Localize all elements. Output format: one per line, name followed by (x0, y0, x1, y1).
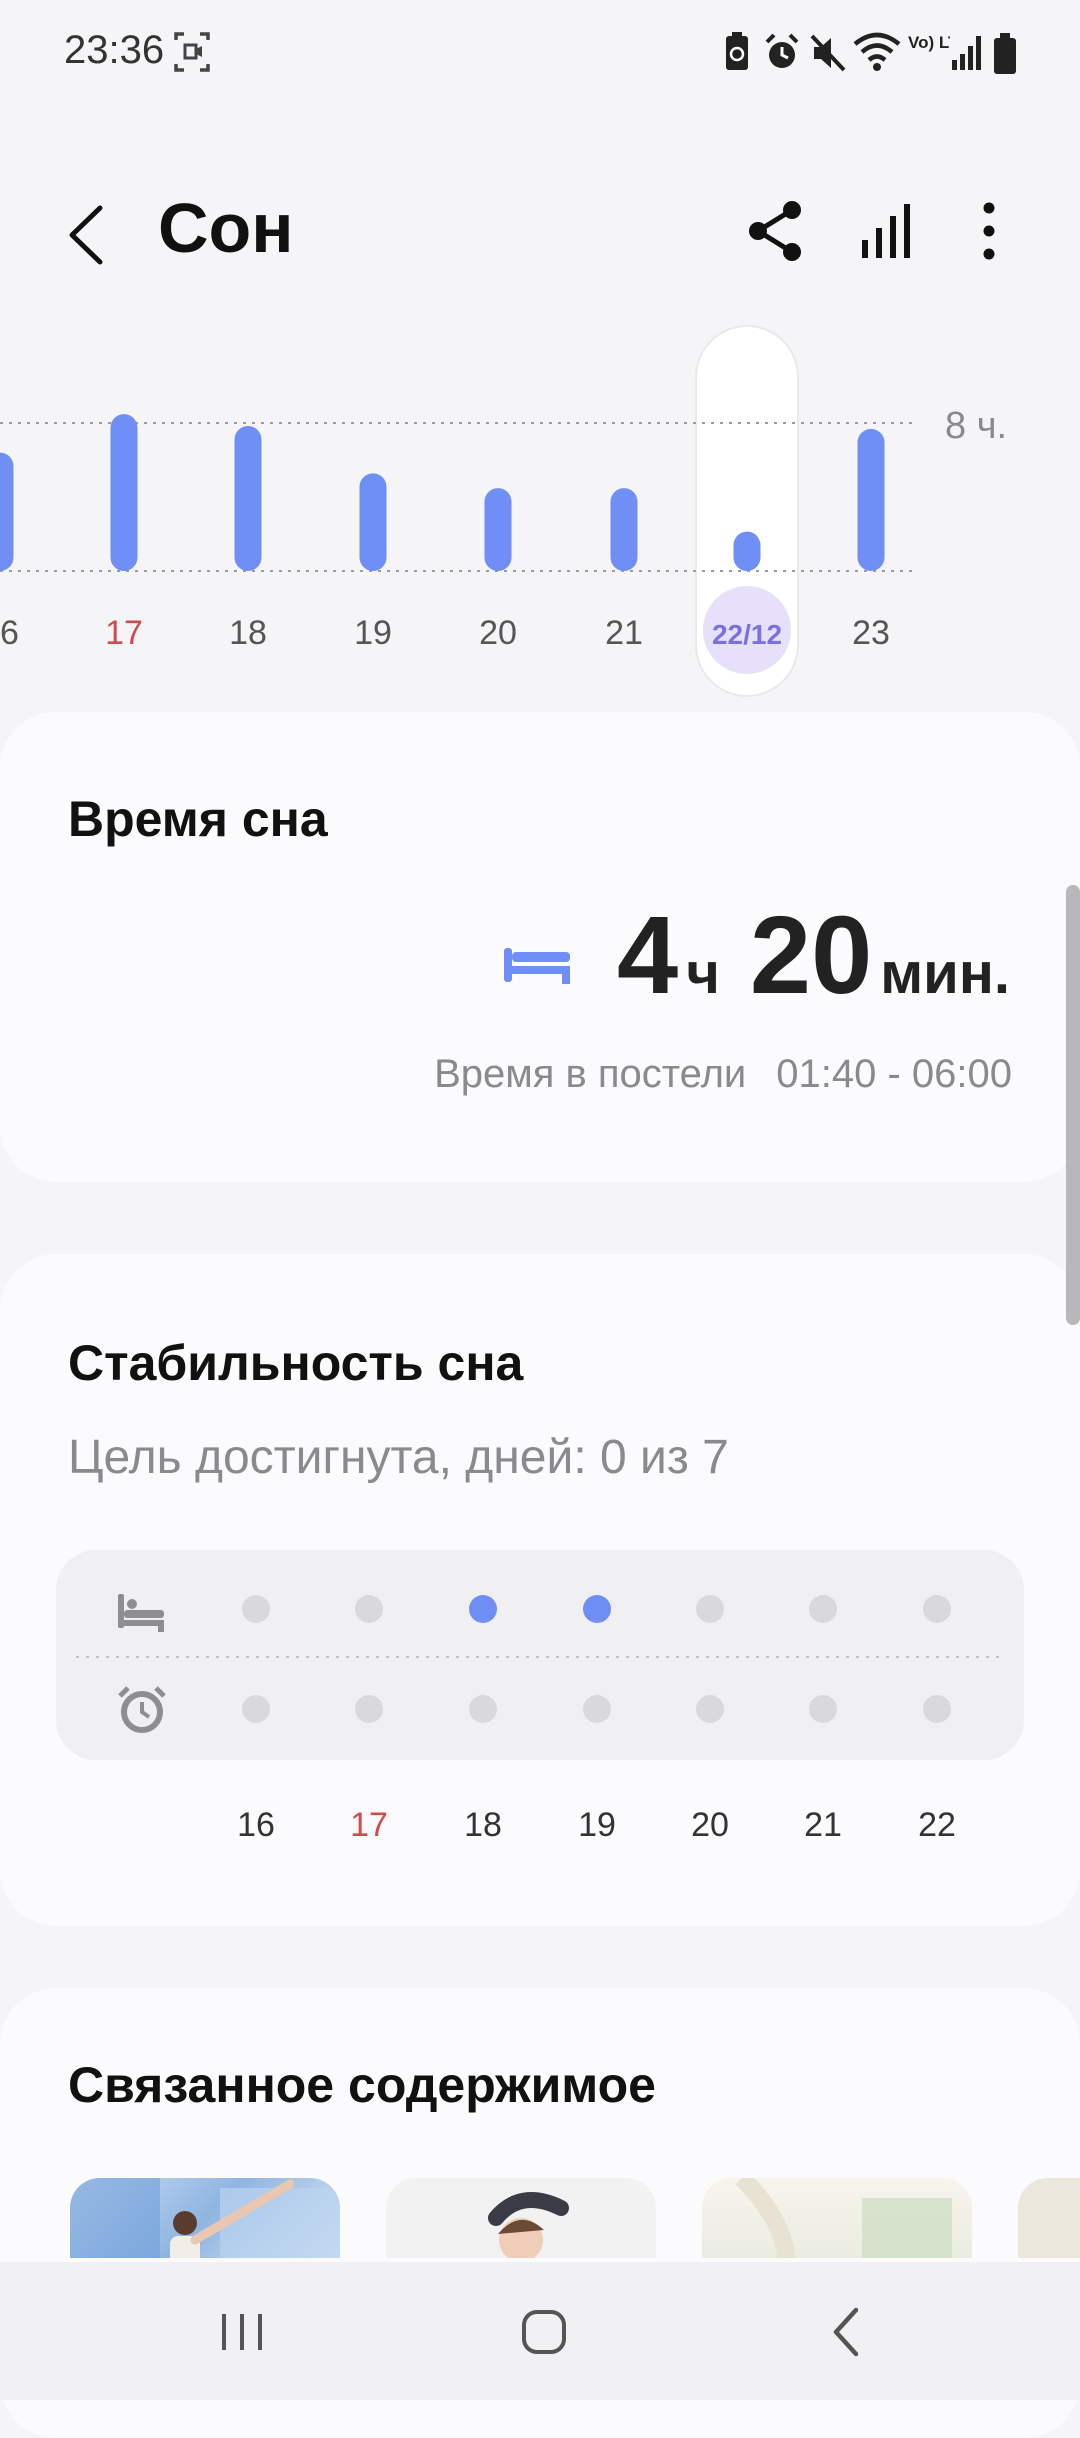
wakeup-dot-20 (696, 1695, 724, 1723)
nav-back-icon (833, 2307, 859, 2357)
duration-hours-unit: ч (686, 941, 720, 1006)
battery-icon (994, 33, 1016, 74)
bar-20[interactable] (484, 488, 512, 571)
bedtime-dot-16 (242, 1595, 270, 1623)
x-label-23[interactable]: 23 (852, 614, 890, 652)
share-icon (749, 201, 801, 261)
sleep-stability-card[interactable]: Стабильность сна Цель достигнута, дней: … (0, 1254, 1080, 1926)
wakeup-dot-19 (583, 1695, 611, 1723)
nav-back-button[interactable] (806, 2292, 886, 2372)
wakeup-row-icon (118, 1686, 166, 1733)
duration-minutes-unit: мин. (880, 941, 1010, 1006)
scrollbar[interactable] (1066, 885, 1080, 1325)
page-title: Сон (158, 189, 294, 267)
related-item-2[interactable] (386, 2178, 656, 2258)
yoga-image (735, 2178, 952, 2258)
bar-19[interactable] (359, 473, 387, 571)
battery-saver-icon (726, 32, 748, 70)
sleep-bar-chart[interactable]: 8 ч. 16 17 18 19 20 21 22/12 23 (0, 310, 1080, 700)
day-label-17: 17 (350, 1806, 388, 1844)
day-label-18: 18 (464, 1806, 502, 1844)
bedtime-dot-21 (809, 1595, 837, 1623)
status-bar: 23:36 Vo) LTE2 (0, 0, 1080, 110)
wakeup-dot-22 (923, 1695, 951, 1723)
x-label-19[interactable]: 19 (354, 614, 392, 652)
x-label-18[interactable]: 18 (229, 614, 267, 652)
bar-chart-icon (862, 204, 910, 258)
status-time: 23:36 (64, 28, 165, 72)
related-title: Связанное содержимое (68, 2057, 656, 2113)
related-item-3[interactable] (702, 2178, 972, 2258)
bedtime-dot-22 (923, 1595, 951, 1623)
bedtime-dot-20 (696, 1595, 724, 1623)
bar-18[interactable] (234, 425, 262, 571)
bedtime-info: Время в постели 01:40 - 06:00 (434, 1052, 1012, 1097)
system-nav-bar (0, 2262, 1080, 2400)
more-options-button[interactable] (954, 196, 1024, 266)
bedtime-range: 01:40 - 06:00 (776, 1052, 1012, 1096)
trends-button[interactable] (852, 196, 922, 266)
stretch-image (488, 2192, 569, 2258)
bedtime-dot-18 (469, 1595, 497, 1623)
recent-apps-icon (222, 2314, 262, 2350)
home-icon (522, 2310, 566, 2354)
day-label-19: 19 (578, 1806, 616, 1844)
back-button[interactable] (60, 200, 116, 270)
network-text-top: Vo) LTE2 (908, 33, 950, 52)
app-header: Сон (0, 160, 1080, 300)
sleep-duration: 4 ч 20 мин. (617, 892, 1010, 1019)
alarm-icon (765, 33, 799, 68)
wifi-icon (853, 32, 901, 71)
x-label-16[interactable]: 16 (0, 614, 19, 652)
screen-record-icon (174, 32, 210, 72)
share-button[interactable] (740, 196, 810, 266)
duration-minutes: 20 (749, 894, 873, 1017)
more-vert-icon (983, 202, 995, 260)
sleep-time-title: Время сна (68, 791, 328, 847)
bedtime-dot-19 (583, 1595, 611, 1623)
wakeup-dot-21 (809, 1695, 837, 1723)
bedtime-label: Время в постели (434, 1052, 747, 1096)
wakeup-dot-18 (469, 1695, 497, 1723)
bar-22-12[interactable] (733, 531, 761, 571)
reference-label: 8 ч. (945, 405, 1007, 447)
duration-hours: 4 (617, 894, 679, 1017)
signal-icon (952, 36, 981, 70)
bar-17[interactable] (110, 414, 138, 571)
x-label-21[interactable]: 21 (605, 614, 643, 652)
related-item-4[interactable] (1018, 2178, 1080, 2258)
related-item-1[interactable] (70, 2178, 340, 2258)
home-button[interactable] (504, 2292, 584, 2372)
bedtime-row-icon (118, 1588, 164, 1632)
day-label-20: 20 (691, 1806, 729, 1844)
day-label-22: 22 (918, 1806, 956, 1844)
network-label: Vo) LTE2 (908, 33, 950, 52)
wakeup-dot-17 (355, 1695, 383, 1723)
related-thumbnails (0, 2178, 1080, 2258)
back-arrow-icon (69, 205, 103, 265)
sleep-time-card[interactable]: Время сна 4 ч 20 мин. Время в постели 01:40 … (0, 712, 1080, 1182)
wakeup-dot-16 (242, 1695, 270, 1723)
recent-apps-button[interactable] (202, 2292, 282, 2372)
day-label-16: 16 (237, 1806, 275, 1844)
bar-23[interactable] (857, 428, 885, 571)
workout-image (70, 2178, 340, 2258)
bar-21[interactable] (610, 488, 638, 571)
x-label-17[interactable]: 17 (105, 614, 143, 652)
stability-dots: 16 17 18 19 20 21 22 (76, 1588, 1004, 1844)
mute-icon (810, 34, 846, 72)
x-label-22-12[interactable]: 22/12 (712, 619, 782, 650)
bar-16[interactable] (0, 452, 14, 571)
bed-moon-icon (504, 922, 570, 984)
x-label-20[interactable]: 20 (479, 614, 517, 652)
day-label-21: 21 (804, 1806, 842, 1844)
bedtime-dot-17 (355, 1595, 383, 1623)
